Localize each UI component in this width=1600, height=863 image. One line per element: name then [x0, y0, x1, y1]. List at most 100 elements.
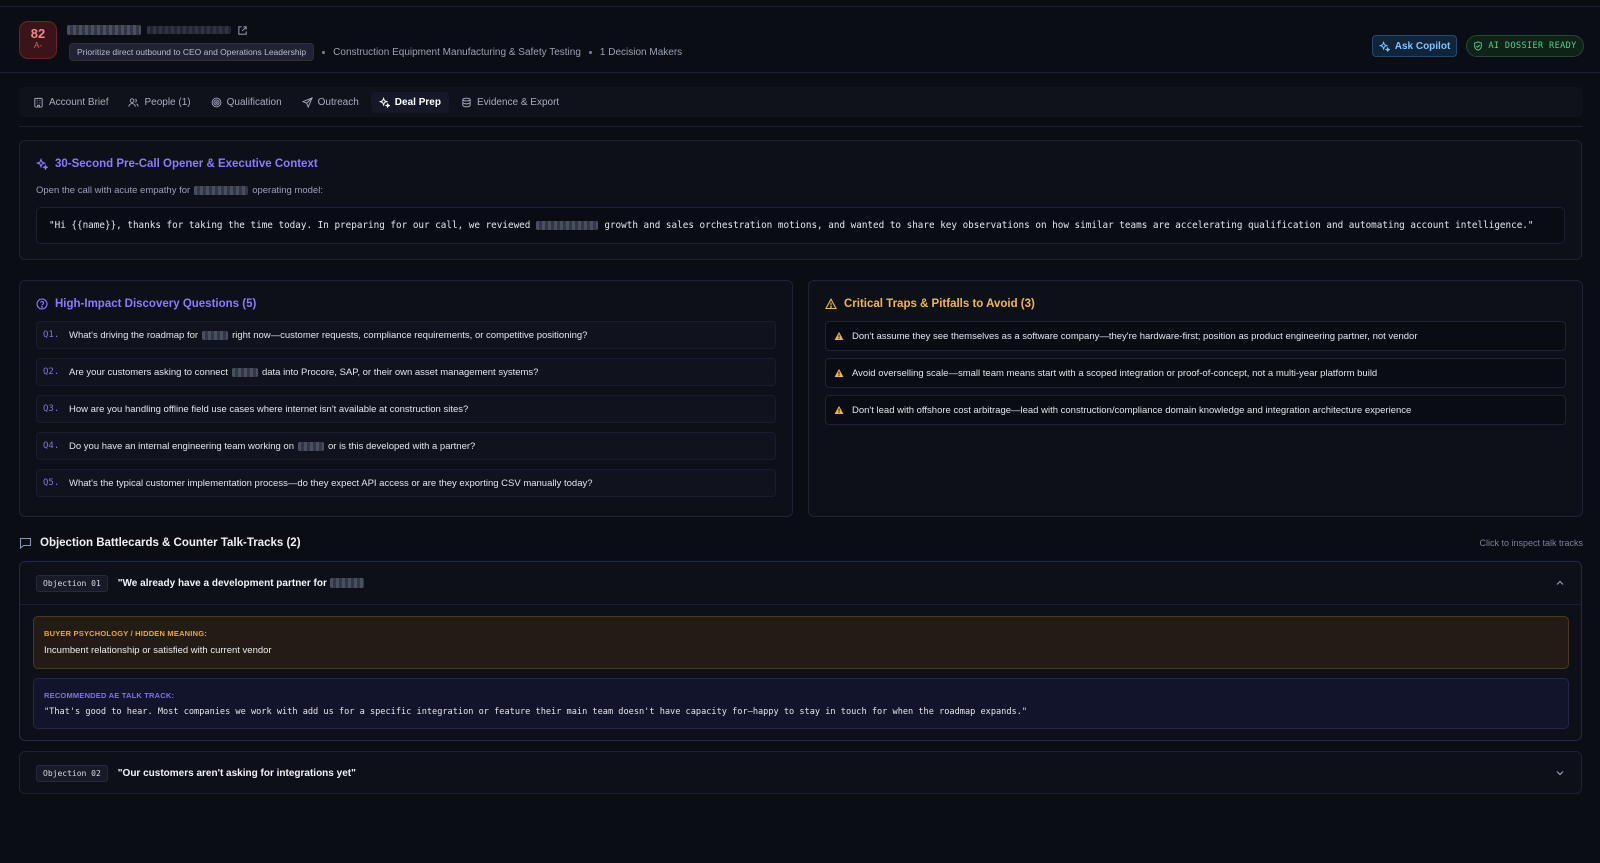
question-text: What's the typical customer implementati… [69, 477, 593, 489]
dossier-status-label: AI DOSSIER READY [1488, 41, 1577, 51]
question-row: Q4. Do you have an internal engineering … [36, 432, 776, 460]
people-icon [128, 97, 140, 107]
objections-header: Objection Battlecards & Counter Talk-Tra… [19, 535, 1583, 551]
account-header: 82 A- Prioritize direct outbound to CEO … [0, 7, 1600, 73]
account-title-row [67, 23, 248, 37]
question-circle-icon [36, 298, 48, 310]
tab-outreach[interactable]: Outreach [294, 92, 367, 113]
psych-label: BUYER PSYCHOLOGY / HIDDEN MEANING: [44, 629, 207, 638]
tab-label: People (1) [144, 96, 191, 108]
quote-prefix: "Hi {{name}}, thanks for taking the time… [49, 220, 531, 231]
warning-icon [834, 331, 844, 340]
questions-title: High-Impact Discovery Questions (5) [36, 298, 256, 310]
account-score-badge: 82 A- [19, 21, 57, 59]
redacted-account-domain[interactable] [147, 26, 231, 34]
question-number: Q4. [43, 441, 60, 451]
sparkle-icon [36, 158, 48, 170]
question-number: Q3. [43, 404, 60, 414]
objection-tag: Objection 01 [36, 574, 108, 592]
objection-header-row[interactable]: Objection 02 "Our customers aren't askin… [36, 764, 1566, 782]
question-text: or is this developed with a partner? [327, 440, 476, 452]
question-number: Q5. [43, 478, 60, 488]
redacted-account-name [67, 25, 141, 35]
chevron-down-icon[interactable] [1554, 767, 1566, 779]
score-grade: A- [34, 41, 42, 50]
traps-title-text: Critical Traps & Pitfalls to Avoid (3) [844, 298, 1035, 310]
trap-text: Avoid overselling scale—small team means… [852, 367, 1378, 379]
tab-label: Evidence & Export [476, 96, 560, 108]
dossier-status-badge: AI DOSSIER READY [1466, 35, 1584, 57]
warning-icon [834, 368, 844, 377]
trap-text: Don't lead with offshore cost arbitrage—… [852, 404, 1412, 416]
opener-title: 30-Second Pre-Call Opener & Executive Co… [36, 158, 318, 170]
tab-people[interactable]: People (1) [120, 92, 198, 113]
trap-row: Avoid overselling scale—small team means… [825, 358, 1566, 388]
questions-title-text: High-Impact Discovery Questions (5) [55, 298, 257, 310]
objections-hint: Click to inspect talk tracks [1479, 538, 1583, 548]
objection-card-2[interactable]: Objection 02 "Our customers aren't askin… [19, 751, 1582, 794]
redacted-company [194, 186, 249, 195]
tab-label: Outreach [317, 96, 359, 108]
tab-label: Qualification [226, 96, 282, 108]
separator-dot [322, 50, 326, 54]
lead-suffix: operating model: [252, 185, 323, 196]
buyer-psychology-box: BUYER PSYCHOLOGY / HIDDEN MEANING: Incum… [33, 616, 1569, 669]
objection-text-content: "We already have a development partner f… [117, 577, 327, 589]
objections-title-text: Objection Battlecards & Counter Talk-Tra… [40, 537, 301, 549]
section-tabs: Account Brief People (1) Qualification O… [19, 87, 1583, 117]
redacted-product [329, 578, 364, 588]
lead-prefix: Open the call with acute empathy for [36, 185, 191, 196]
warning-triangle-icon [825, 298, 837, 310]
account-meta-row: Prioritize direct outbound to CEO and Op… [69, 43, 682, 61]
external-link-icon[interactable] [237, 25, 248, 36]
traps-title: Critical Traps & Pitfalls to Avoid (3) [825, 298, 1035, 310]
opener-lead: Open the call with acute empathy for ope… [36, 185, 323, 196]
tabs-divider [19, 126, 1583, 127]
question-text: Are your customers asking to connect [69, 366, 228, 378]
question-number: Q2. [43, 367, 60, 377]
redacted-product [231, 367, 258, 377]
priority-chip: Prioritize direct outbound to CEO and Op… [69, 43, 315, 61]
tab-label: Account Brief [49, 96, 109, 108]
tab-label: Deal Prep [394, 96, 441, 108]
separator-dot [588, 50, 592, 54]
talk-label: RECOMMENDED AE TALK TRACK: [44, 691, 175, 700]
tab-account-brief[interactable]: Account Brief [25, 92, 116, 113]
question-row: Q3. How are you handling offline field u… [36, 395, 776, 423]
objections-title: Objection Battlecards & Counter Talk-Tra… [19, 537, 301, 549]
question-row: Q2. Are your customers asking to connect… [36, 358, 776, 386]
trap-text: Don't assume they see themselves as a so… [852, 330, 1418, 342]
pre-call-opener-card: 30-Second Pre-Call Opener & Executive Co… [19, 140, 1582, 260]
trap-row: Don't lead with offshore cost arbitrage—… [825, 395, 1566, 425]
talk-track-box: RECOMMENDED AE TALK TRACK: "That's good … [33, 678, 1569, 729]
ask-copilot-button[interactable]: Ask Copilot [1372, 35, 1457, 57]
objection-tag: Objection 02 [36, 764, 108, 782]
chevron-up-icon[interactable] [1554, 577, 1566, 589]
ask-copilot-label: Ask Copilot [1394, 40, 1451, 52]
question-number: Q1. [43, 330, 60, 340]
trap-row: Don't assume they see themselves as a so… [825, 321, 1566, 351]
talk-body: "That's good to hear. Most companies we … [44, 707, 1028, 717]
opener-quote: "Hi {{name}}, thanks for taking the time… [36, 207, 1565, 244]
redacted-product [202, 330, 229, 340]
tab-qualification[interactable]: Qualification [203, 92, 290, 113]
objection-card-1[interactable]: Objection 01 "We already have a developm… [19, 561, 1582, 741]
quote-suffix: growth and sales orchestration motions, … [604, 220, 1534, 231]
question-row: Q1. What's driving the roadmap for right… [36, 321, 776, 349]
objection-text: "Our customers aren't asking for integra… [117, 767, 356, 779]
question-text: data into Procore, SAP, or their own ass… [261, 366, 539, 378]
discovery-questions-card: High-Impact Discovery Questions (5) Q1. … [19, 280, 793, 517]
objection-header-row[interactable]: Objection 01 "We already have a developm… [36, 574, 1566, 592]
traps-pitfalls-card: Critical Traps & Pitfalls to Avoid (3) D… [808, 280, 1583, 517]
psych-body: Incumbent relationship or satisfied with… [44, 645, 272, 656]
objection-divider [20, 604, 1581, 605]
tab-evidence-export[interactable]: Evidence & Export [453, 92, 567, 113]
question-text: Do you have an internal engineering team… [69, 440, 294, 452]
objection-text: "We already have a development partner f… [118, 578, 364, 589]
message-icon [19, 537, 32, 549]
opener-title-text: 30-Second Pre-Call Opener & Executive Co… [55, 158, 318, 170]
redacted-product [297, 441, 324, 451]
question-text: right now—customer requests, compliance … [232, 329, 588, 341]
question-text: How are you handling offline field use c… [69, 403, 469, 415]
tab-deal-prep[interactable]: Deal Prep [370, 91, 449, 113]
